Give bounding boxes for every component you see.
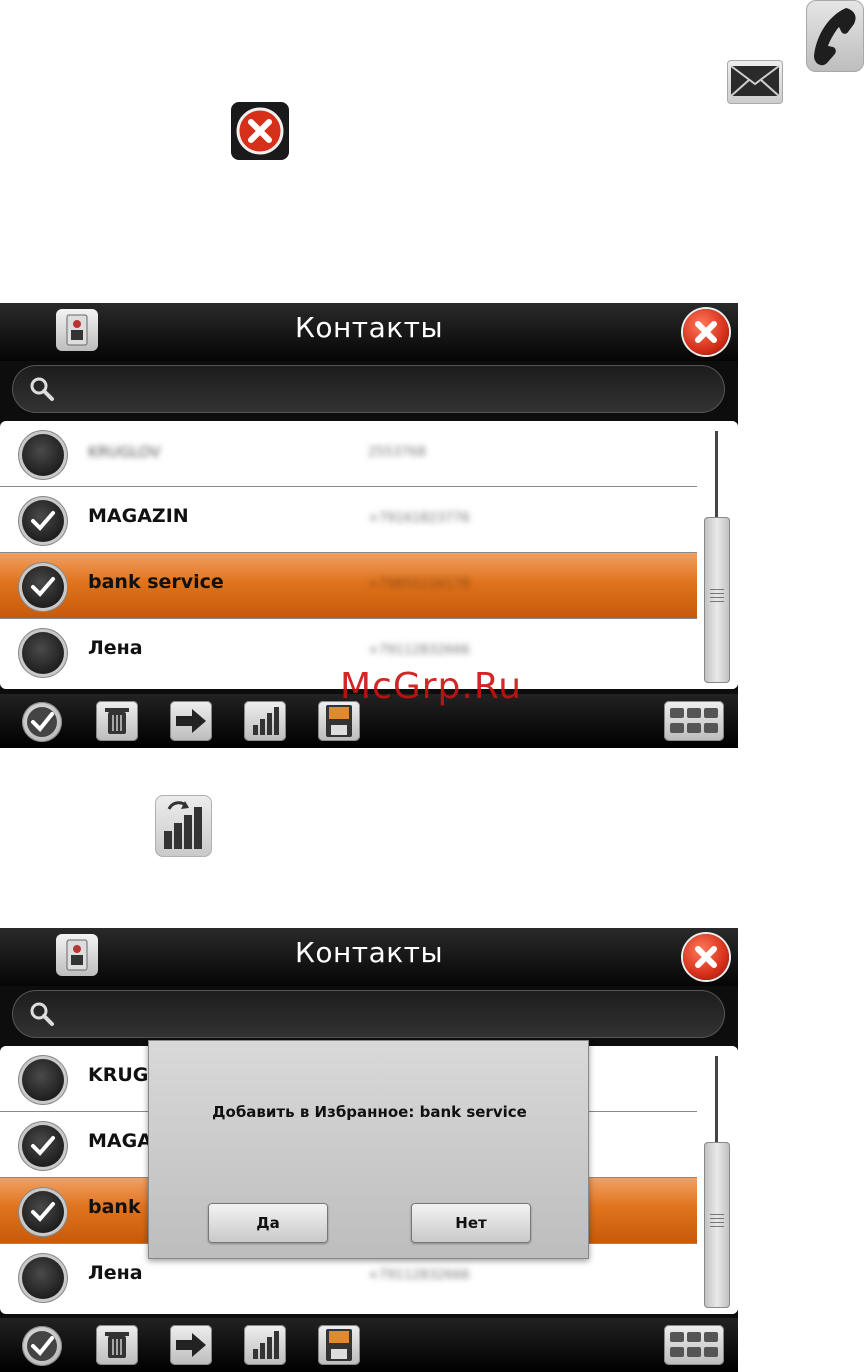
contact-phone: 2553768 [368,445,426,460]
radio-unchecked[interactable] [22,434,64,476]
close-button[interactable] [683,309,729,355]
contact-list: KRUGLOV 2553768 MAGAZIN +79161823776 ban… [0,421,738,689]
scroll-thumb[interactable] [704,517,730,683]
keyboard-icon [670,1332,718,1357]
watermark: McGrp.Ru [340,666,523,707]
check-icon [31,511,55,531]
contact-name: Лена [88,1262,143,1284]
bottom-toolbar [0,1318,738,1372]
radio-unchecked[interactable] [22,1257,64,1299]
title-bar: Контакты [0,928,738,986]
title-bar: Контакты [0,303,738,361]
delete-button[interactable] [96,1325,138,1365]
favorites-button[interactable] [244,701,286,741]
keyboard-icon [670,708,718,733]
select-all-button[interactable] [22,702,62,742]
radio-checked[interactable] [22,1191,64,1233]
trash-icon [105,1332,129,1358]
close-icon [231,102,289,160]
contacts-screen-2: Контакты KRUGI MAGA bank s Лена +7911283… [0,928,738,1372]
forward-button[interactable] [170,1325,212,1365]
list-item[interactable]: MAGAZIN +79161823776 [0,487,697,553]
keyboard-button[interactable] [664,701,724,741]
envelope-icon [727,60,783,104]
arrow-right-icon [176,709,206,733]
check-all-icon [27,707,57,737]
search-input[interactable] [12,365,725,413]
save-to-sim-button[interactable] [318,701,360,741]
page-title: Контакты [294,936,444,969]
radio-unchecked[interactable] [22,632,64,674]
forward-button[interactable] [170,701,212,741]
check-icon [31,1202,55,1222]
contact-phone: +79855226178 [368,577,470,592]
contact-phone: +79112832666 [368,1268,470,1283]
radio-checked[interactable] [22,500,64,542]
scroll-thumb[interactable] [704,1142,730,1308]
search-input[interactable] [12,990,725,1038]
contact-name: MAGAZIN [88,505,189,527]
contact-phone: +79161823776 [368,511,470,526]
close-icon [695,946,717,968]
page-title: Контакты [294,311,444,344]
signal-bars-icon [253,1331,279,1359]
list-item[interactable]: KRUGLOV 2553768 [0,421,697,487]
delete-button[interactable] [96,701,138,741]
yes-button[interactable]: Да [208,1203,328,1243]
sim-save-icon [326,705,352,737]
save-to-sim-button[interactable] [318,1325,360,1365]
contact-name: KRUGLOV [88,443,161,461]
contact-name: MAGA [88,1130,152,1152]
scrollbar[interactable] [697,421,738,689]
signal-bars-icon [155,795,212,857]
arrow-right-icon [176,1333,206,1357]
signal-bars-icon [253,707,279,735]
close-button[interactable] [683,934,729,980]
contact-name: Лена [88,637,143,659]
contact-phone: +79112832666 [368,643,470,658]
contact-name: bank service [88,571,224,593]
keyboard-button[interactable] [664,1325,724,1365]
radio-checked[interactable] [22,1125,64,1167]
radio-checked[interactable] [22,566,64,608]
scroll-track-line [715,1056,718,1142]
phone-icon [806,0,864,72]
scroll-track-line [715,431,718,517]
favorites-button[interactable] [244,1325,286,1365]
no-button[interactable]: Нет [411,1203,531,1243]
check-all-icon [27,1331,57,1361]
contact-name: KRUGI [88,1064,156,1086]
radio-unchecked[interactable] [22,1059,64,1101]
scrollbar[interactable] [697,1046,738,1314]
search-icon [30,1002,54,1026]
check-icon [31,1136,55,1156]
search-icon [30,377,54,401]
trash-icon [105,708,129,734]
select-all-button[interactable] [22,1326,62,1366]
close-icon [695,321,717,343]
list-item-selected[interactable]: bank service +79855226178 [0,553,697,619]
confirm-dialog: Добавить в Избранное: bank service Да Не… [148,1040,589,1259]
check-icon [31,577,55,597]
dialog-message: Добавить в Избранное: bank service [212,1103,527,1121]
sim-save-icon [326,1329,352,1361]
